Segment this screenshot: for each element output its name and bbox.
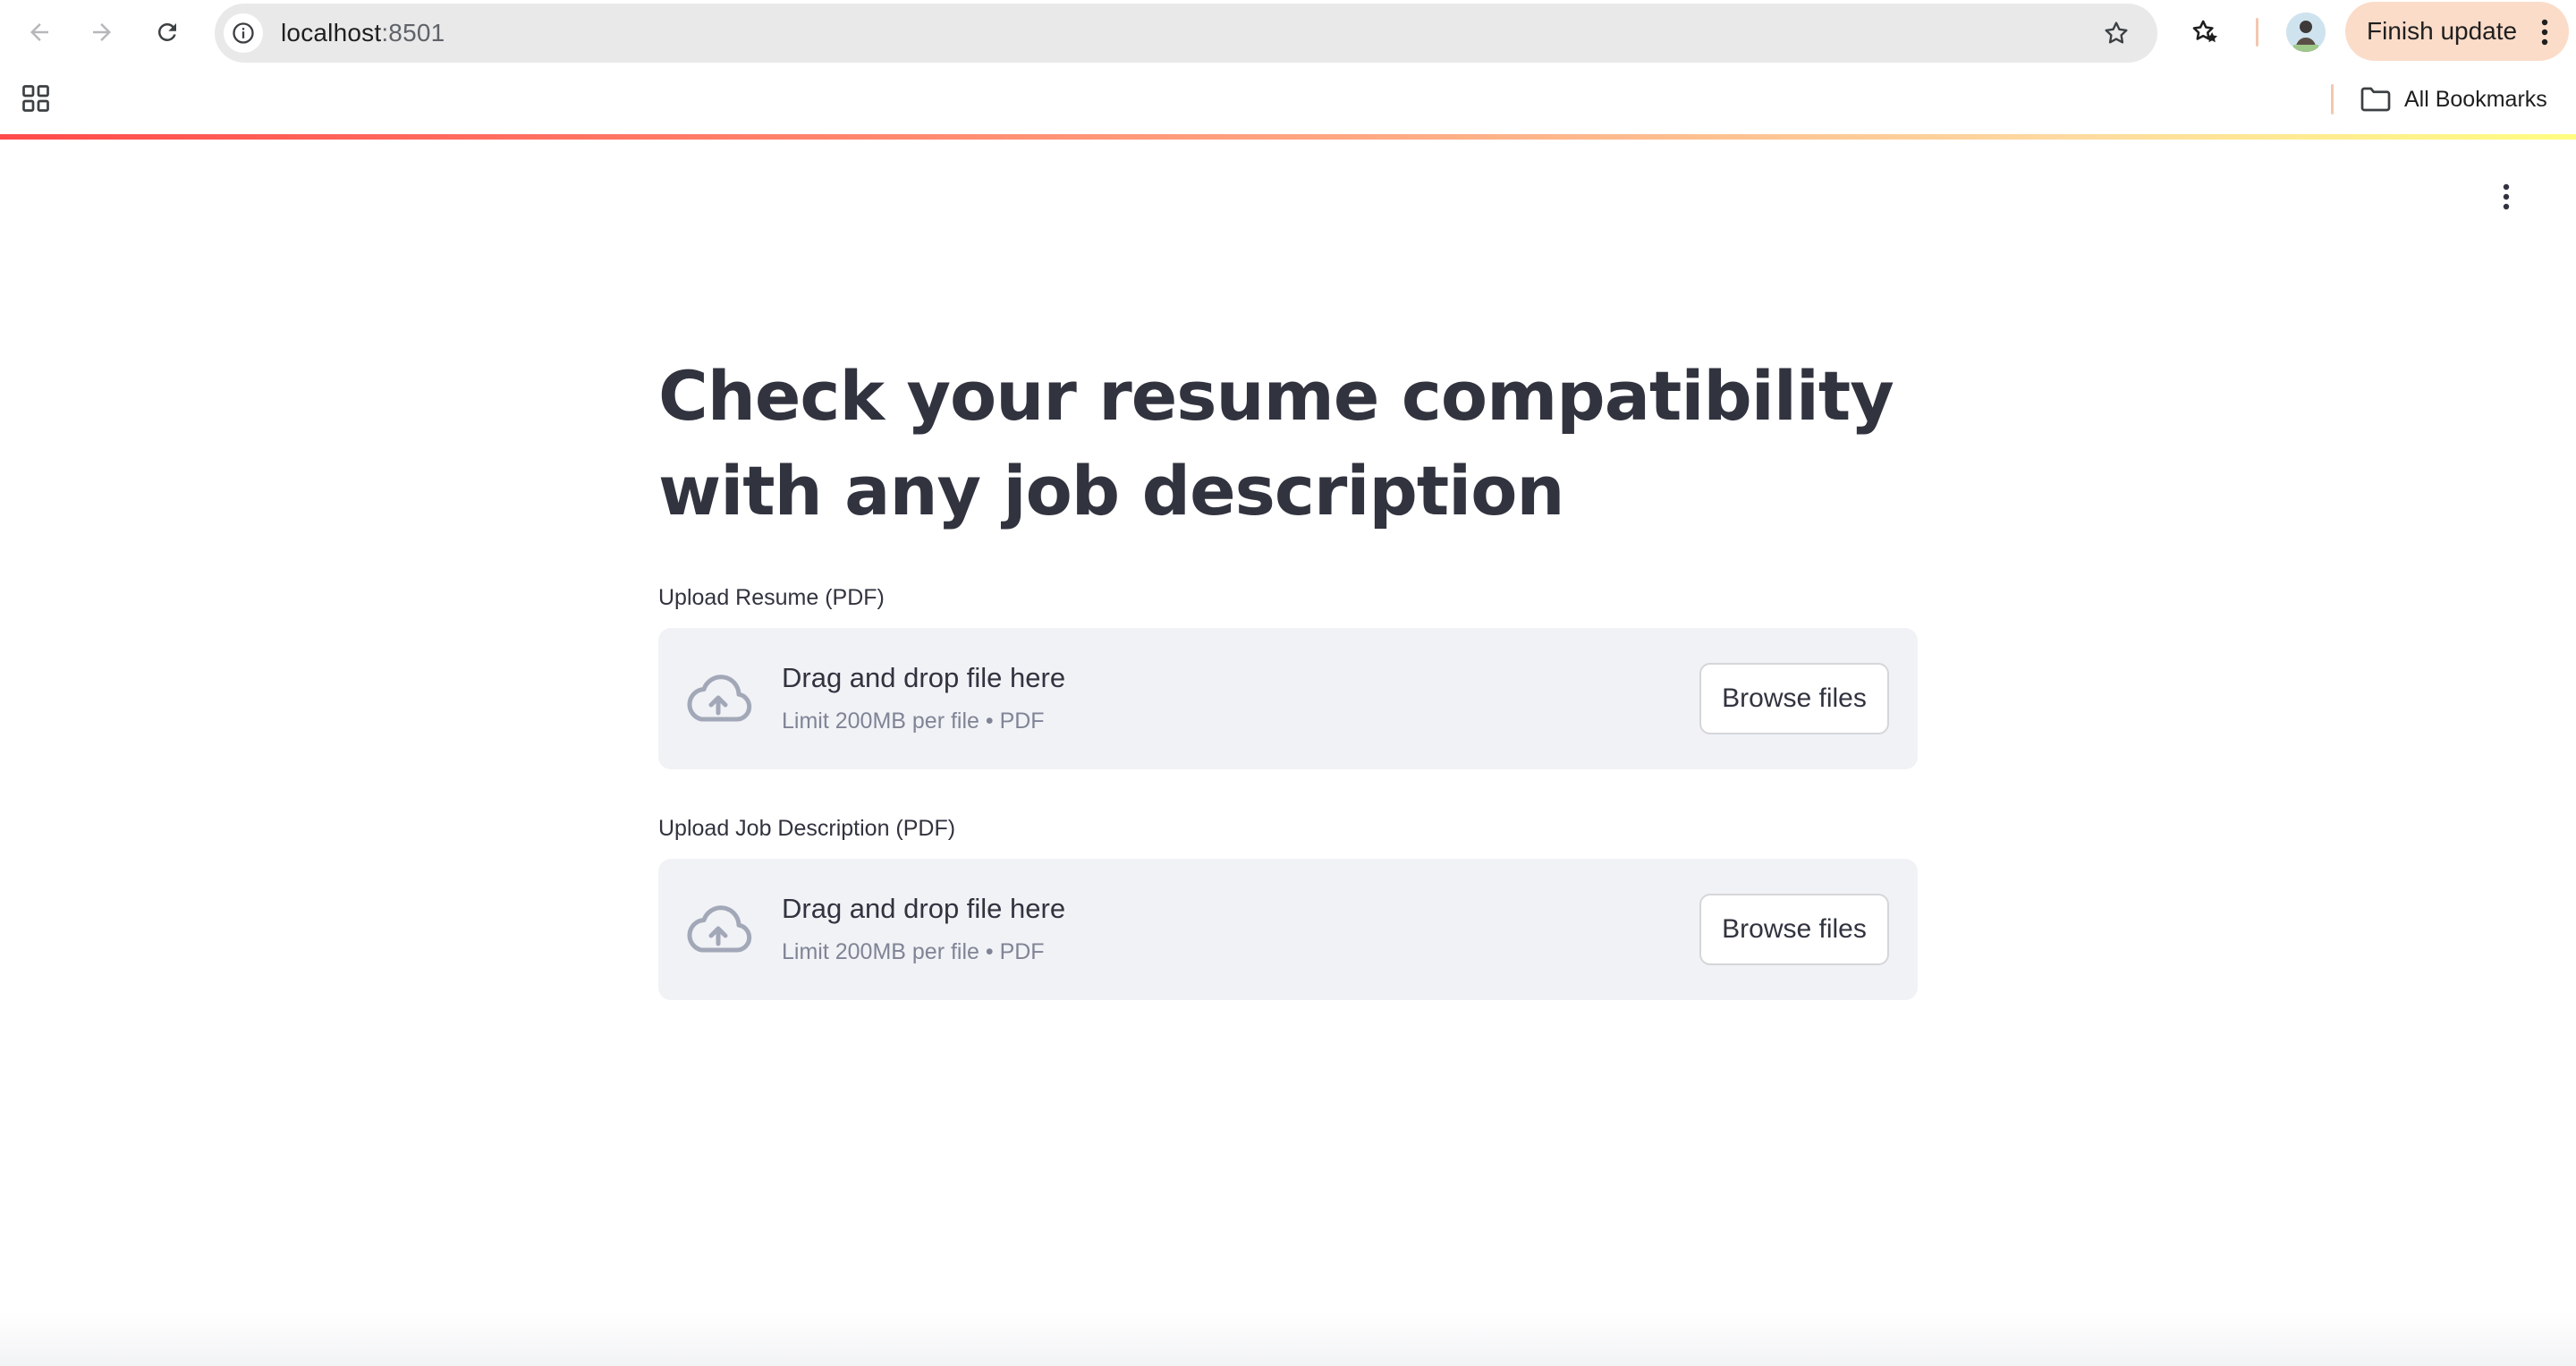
bookmark-manager-button[interactable] — [2186, 13, 2225, 52]
job-description-drop-text: Drag and drop file here — [782, 893, 1066, 924]
resume-dropzone[interactable]: Drag and drop file here Limit 200MB per … — [658, 628, 1918, 769]
more-vert-icon — [2503, 183, 2510, 210]
resume-limit-text: Limit 200MB per file • PDF — [782, 708, 1045, 734]
reload-icon — [157, 22, 176, 41]
resume-uploader: Upload Resume (PDF) Drag and drop file h… — [658, 583, 1918, 769]
back-icon — [30, 23, 48, 41]
forward-icon — [93, 23, 111, 41]
app-page: Check your resume compatibility with any… — [0, 134, 2576, 1366]
finish-update-label: Finish update — [2367, 17, 2518, 45]
cloud-upload-icon — [687, 905, 752, 953]
main-menu-button[interactable] — [2487, 177, 2526, 216]
url-text: localhost:8501 — [281, 4, 445, 63]
bookmarks-bar: All Bookmarks — [0, 64, 2576, 134]
url-port: :8501 — [381, 19, 445, 47]
kebab-icon — [2541, 19, 2548, 46]
bookmarks-divider — [2331, 84, 2334, 115]
resume-browse-files-button[interactable]: Browse files — [1699, 663, 1889, 734]
avatar-icon — [2286, 13, 2326, 52]
site-info-icon — [233, 22, 254, 44]
page-title: Check your resume compatibility with any… — [658, 356, 1894, 530]
address-bar[interactable]: localhost:8501 — [215, 4, 2157, 63]
site-info-button[interactable] — [224, 13, 263, 53]
job-description-uploader: Upload Job Description (PDF) Drag and dr… — [658, 814, 1918, 1000]
cloud-upload-icon — [687, 675, 752, 722]
bookmark-star-button[interactable] — [2097, 13, 2136, 53]
bookmark-manager-icon — [2192, 20, 2218, 43]
all-bookmarks-button[interactable]: All Bookmarks — [2360, 77, 2547, 122]
folder-icon — [2360, 87, 2391, 112]
browser-toolbar: localhost:8501 Finish update — [0, 0, 2576, 64]
bottom-edge-shadow — [0, 1312, 2576, 1366]
job-description-limit-text: Limit 200MB per file • PDF — [782, 939, 1045, 964]
apps-icon — [22, 85, 49, 112]
star-icon — [2105, 21, 2128, 44]
toolbar-divider — [2256, 18, 2258, 47]
all-bookmarks-label: All Bookmarks — [2404, 86, 2547, 112]
apps-button[interactable] — [20, 82, 52, 115]
resume-drop-text: Drag and drop file here — [782, 662, 1066, 693]
main-content: Check your resume compatibility with any… — [658, 349, 1918, 1000]
finish-update-button[interactable]: Finish update — [2345, 2, 2569, 61]
job-description-dropzone[interactable]: Drag and drop file here Limit 200MB per … — [658, 859, 1918, 1000]
back-button[interactable] — [20, 13, 59, 52]
job-description-browse-files-button[interactable]: Browse files — [1699, 894, 1889, 965]
header-decoration-bar — [0, 134, 2576, 140]
url-host: localhost — [281, 19, 382, 47]
resume-uploader-label: Upload Resume (PDF) — [658, 585, 885, 610]
forward-button[interactable] — [82, 13, 122, 52]
reload-button[interactable] — [148, 13, 187, 52]
job-description-uploader-label: Upload Job Description (PDF) — [658, 816, 956, 841]
profile-avatar[interactable] — [2286, 13, 2326, 52]
